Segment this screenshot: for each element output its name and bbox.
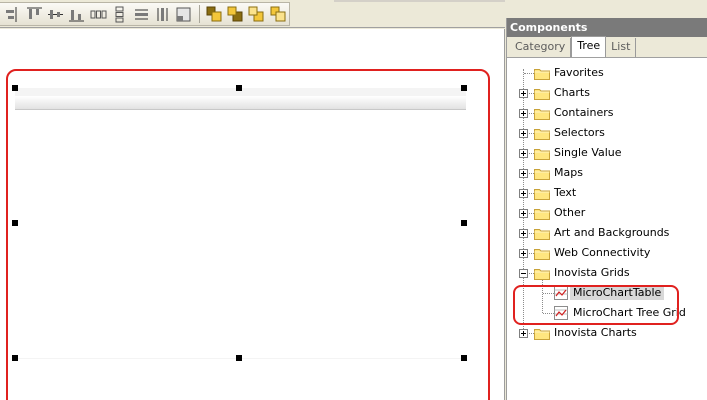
distribute-vertical-icon [115, 6, 124, 22]
resize-handle-top[interactable] [236, 85, 242, 91]
expand-icon[interactable] [519, 149, 528, 158]
align-bottom-button[interactable] [68, 5, 85, 23]
tree-item-label: Art and Backgrounds [554, 226, 670, 239]
panel-title: Components [507, 18, 707, 37]
tree-item-label: Other [554, 206, 586, 219]
distribute-horizontal-icon [90, 10, 107, 18]
send-backward-icon [270, 6, 286, 21]
expand-icon[interactable] [519, 209, 528, 218]
align-bottom-icon [69, 9, 85, 21]
resize-handle-left[interactable] [12, 220, 18, 226]
resize-handle-right[interactable] [461, 220, 467, 226]
send-to-back-button[interactable] [227, 5, 244, 23]
folder-icon [534, 147, 550, 160]
align-middle-button[interactable] [47, 5, 64, 23]
microchart-table-component[interactable] [15, 88, 466, 359]
resize-handle-top-left[interactable] [12, 85, 18, 91]
components-tree: Favorites Charts Containers Selectors Single… [507, 62, 707, 400]
align-right-button[interactable] [4, 5, 21, 23]
expand-icon[interactable] [519, 249, 528, 258]
toolbar-divider [334, 0, 505, 2]
tree-item-charts[interactable]: Charts [507, 83, 707, 103]
folder-icon [534, 267, 550, 280]
tree-item-label: Web Connectivity [554, 246, 651, 259]
tree-item-other[interactable]: Other [507, 203, 707, 223]
resize-handle-bottom-right[interactable] [461, 355, 467, 361]
same-size-button[interactable] [175, 5, 192, 23]
tab-list[interactable]: List [606, 38, 637, 57]
tree-item-maps[interactable]: Maps [507, 163, 707, 183]
design-canvas[interactable] [0, 29, 505, 400]
align-top-button[interactable] [25, 5, 42, 23]
resize-handle-top-right[interactable] [461, 85, 467, 91]
send-backward-button[interactable] [270, 5, 287, 23]
component-header-row [15, 96, 466, 110]
tree-item-label: Selectors [554, 126, 605, 139]
bring-to-front-button[interactable] [205, 5, 222, 23]
tree-item-text[interactable]: Text [507, 183, 707, 203]
resize-handle-bottom-left[interactable] [12, 355, 18, 361]
dashboard-designer-window: Components Category Tree List Favorites C… [0, 0, 707, 400]
distribute-vertical-button[interactable] [111, 5, 128, 23]
tree-connector [524, 73, 534, 74]
align-top-icon [26, 7, 42, 19]
expand-icon[interactable] [519, 229, 528, 238]
tree-item-containers[interactable]: Containers [507, 103, 707, 123]
tree-item-inovista-charts[interactable]: Inovista Charts [507, 323, 707, 343]
expand-icon[interactable] [519, 169, 528, 178]
folder-icon [534, 227, 550, 240]
same-size-icon [176, 7, 191, 21]
folder-icon [534, 107, 550, 120]
bring-forward-icon [248, 6, 264, 21]
align-middle-icon [47, 9, 63, 19]
folder-icon [534, 207, 550, 220]
same-width-button[interactable] [132, 5, 149, 23]
folder-icon [534, 67, 550, 80]
align-right-icon [6, 6, 17, 22]
folder-icon [534, 167, 550, 180]
tree-item-label: Maps [554, 166, 583, 179]
tree-item-web-connectivity[interactable]: Web Connectivity [507, 243, 707, 263]
folder-icon [534, 247, 550, 260]
bring-to-front-icon [206, 6, 222, 21]
tree-item-label: Inovista Grids [554, 266, 630, 279]
tab-category[interactable]: Category [510, 38, 572, 57]
resize-handle-bottom[interactable] [236, 355, 242, 361]
tree-item-label: Text [554, 186, 577, 199]
components-tab-bar: Category Tree List [507, 36, 707, 58]
tree-item-label: Containers [554, 106, 614, 119]
tree-item-label: Charts [554, 86, 590, 99]
bring-forward-button[interactable] [248, 5, 265, 23]
expand-icon[interactable] [519, 89, 528, 98]
tree-item-inovista-grids[interactable]: Inovista Grids [507, 263, 707, 283]
expand-icon[interactable] [519, 129, 528, 138]
component-grid-area[interactable] [15, 110, 466, 358]
same-width-icon [134, 9, 148, 19]
folder-icon [534, 327, 550, 340]
tab-tree[interactable]: Tree [571, 36, 607, 57]
folder-icon [534, 127, 550, 140]
tree-item-art-and-backgrounds[interactable]: Art and Backgrounds [507, 223, 707, 243]
expand-icon[interactable] [519, 189, 528, 198]
tree-item-label: Single Value [554, 146, 622, 159]
tree-item-selectors[interactable]: Selectors [507, 123, 707, 143]
same-height-button[interactable] [154, 5, 171, 23]
distribute-horizontal-button[interactable] [90, 5, 107, 23]
toolbar-strip [0, 0, 505, 28]
highlight-outline [513, 285, 679, 325]
send-to-back-icon [227, 6, 243, 21]
folder-icon [534, 187, 550, 200]
expand-icon[interactable] [519, 329, 528, 338]
tree-item-label: Favorites [554, 66, 604, 79]
folder-icon [534, 87, 550, 100]
collapse-icon[interactable] [519, 269, 528, 278]
same-height-icon [157, 7, 168, 21]
components-panel: Components Category Tree List Favorites C… [506, 18, 707, 400]
tree-item-favorites[interactable]: Favorites [507, 63, 707, 83]
layout-toolbar [0, 2, 290, 26]
toolbar-separator [198, 5, 200, 23]
tree-item-single-value[interactable]: Single Value [507, 143, 707, 163]
tree-item-label: Inovista Charts [554, 326, 637, 339]
expand-icon[interactable] [519, 109, 528, 118]
